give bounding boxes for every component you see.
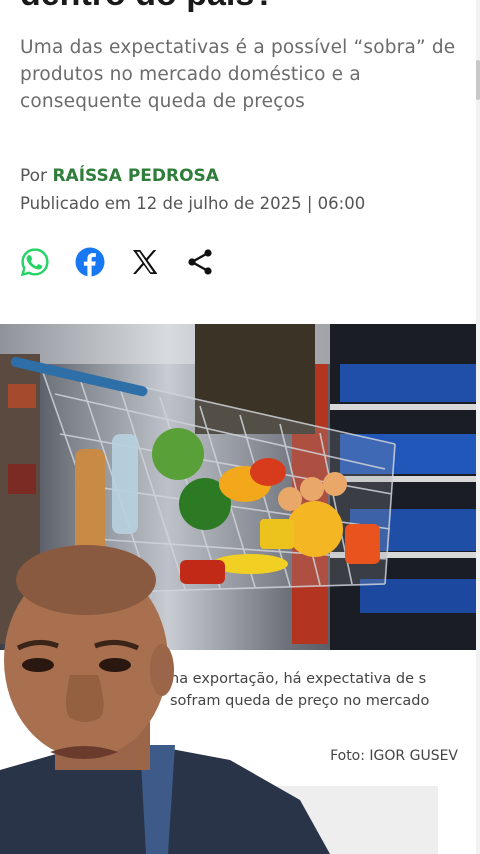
share-facebook-button[interactable]: [73, 246, 106, 279]
presenter-video-overlay: [0, 540, 330, 854]
x-icon: [132, 250, 157, 274]
byline-prefix: Por: [20, 166, 53, 186]
author-link[interactable]: RAÍSSA PEDROSA: [52, 166, 219, 186]
facebook-icon: [75, 247, 104, 277]
article-subtitle: Uma das expectativas é a possível “sobra…: [20, 37, 456, 112]
article-headline: dentro do país?: [20, 0, 480, 14]
share-icon: [187, 249, 212, 275]
byline: Por RAÍSSA PEDROSA: [20, 164, 219, 188]
scrollbar-thumb[interactable]: [476, 60, 480, 100]
share-x-button[interactable]: [128, 246, 161, 279]
share-whatsapp-button[interactable]: [18, 246, 51, 279]
share-more-button[interactable]: [183, 246, 216, 279]
published-date: Publicado em 12 de julho de 2025 | 06:00: [20, 194, 366, 213]
share-bar: [18, 244, 216, 280]
whatsapp-icon: [20, 248, 49, 277]
scrollbar[interactable]: [476, 0, 480, 854]
presenter-face: [0, 545, 330, 854]
photo-credit: Foto: IGOR GUSEV: [330, 748, 458, 764]
